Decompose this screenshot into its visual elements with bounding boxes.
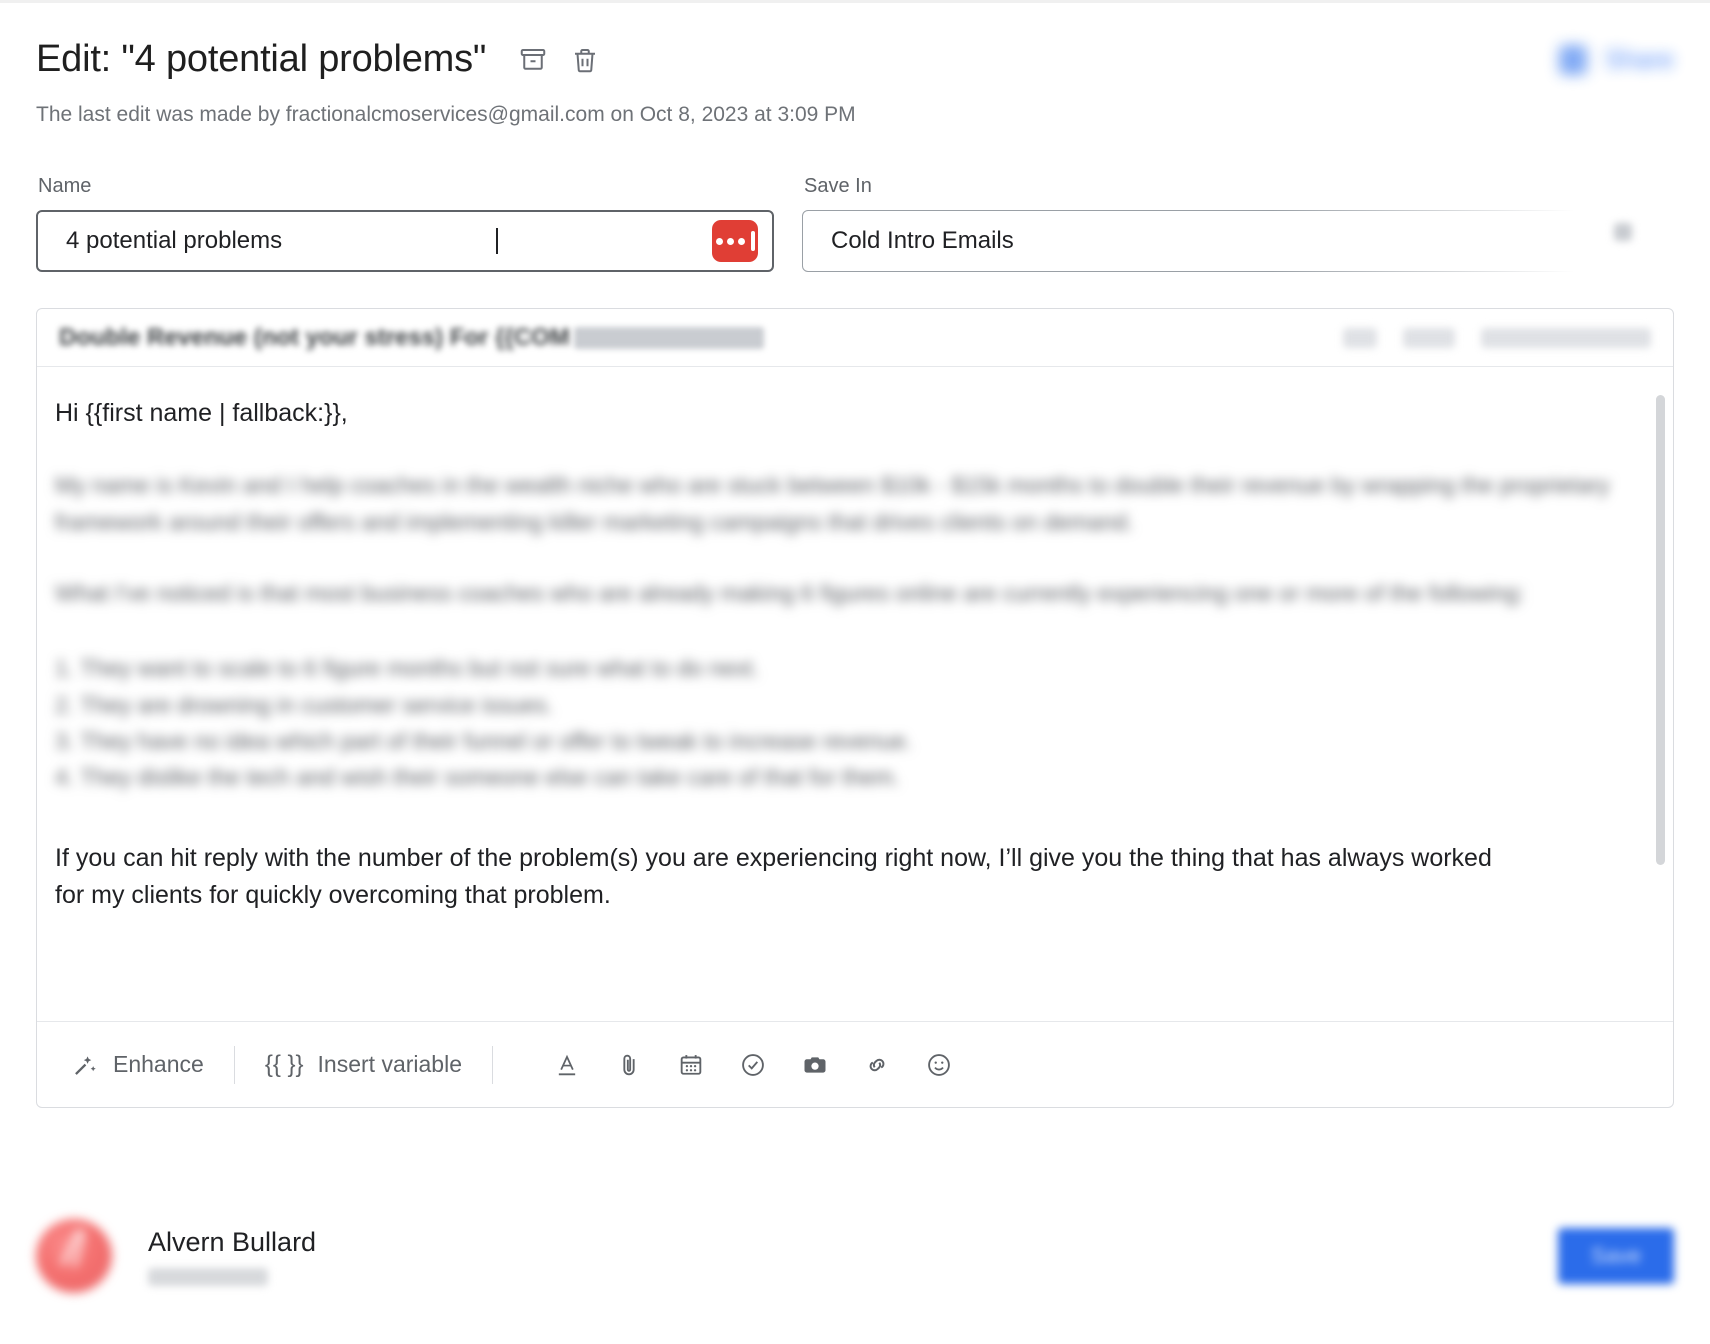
toolbar-divider — [492, 1045, 494, 1084]
composer-toolbar: Enhance {{ }} Insert variable — [37, 1021, 1673, 1107]
email-composer: Double Revenue (not your stress) For {{C… — [36, 308, 1674, 1108]
name-input-value: 4 potential problems — [66, 227, 283, 254]
trash-icon[interactable] — [570, 45, 600, 75]
calendar-icon[interactable] — [677, 1051, 705, 1079]
save-in-input-value: Cold Intro Emails — [831, 227, 1014, 254]
share-icon — [1558, 44, 1587, 75]
link-icon[interactable] — [863, 1051, 891, 1079]
subject-text: Double Revenue (not your stress) For {{C… — [59, 323, 570, 351]
last-edit-info: The last edit was made by fractionalcmos… — [36, 103, 856, 126]
text-format-icon[interactable] — [553, 1051, 581, 1079]
text-caret — [496, 228, 498, 254]
blurred-list: 1. They want to scale to 6 figure months… — [55, 650, 1647, 795]
subject-row-actions[interactable] — [1343, 327, 1651, 348]
share-label: Share — [1604, 44, 1674, 74]
subject-row[interactable]: Double Revenue (not your stress) For {{C… — [37, 309, 1673, 367]
enhance-button[interactable]: Enhance — [71, 1051, 204, 1079]
page-title: Edit: "4 potential problems" — [36, 38, 487, 80]
bcc-button[interactable] — [1403, 327, 1455, 348]
body-scrollbar-thumb[interactable] — [1656, 395, 1665, 865]
save-in-clear-icon[interactable] — [1614, 223, 1632, 241]
user-name: Alvern Bullard — [148, 1226, 317, 1257]
name-input[interactable]: 4 potential problems — [36, 210, 774, 272]
cc-button[interactable] — [1343, 327, 1377, 348]
insert-variable-button[interactable]: {{ }} Insert variable — [265, 1051, 462, 1079]
footer: Alvern Bullard Save — [36, 1196, 1674, 1316]
user-info: Alvern Bullard — [148, 1227, 316, 1286]
list-item: 2. They are drowning in customer service… — [55, 691, 554, 718]
magic-wand-icon — [71, 1051, 99, 1079]
fields-row: Name 4 potential problems Save In Cold I… — [36, 175, 1692, 285]
name-field-group: Name 4 potential problems — [36, 175, 774, 272]
share-button[interactable]: Share — [1558, 44, 1674, 75]
camera-icon[interactable] — [801, 1051, 829, 1079]
save-in-field-group: Save In Cold Intro Emails — [802, 175, 1692, 285]
top-divider — [0, 0, 1710, 3]
toolbar-icon-group — [553, 1051, 953, 1079]
title-actions — [518, 45, 600, 75]
email-body[interactable]: Hi {{first name | fallback:}}, My name i… — [37, 367, 1673, 1021]
save-in-field-label: Save In — [804, 175, 872, 197]
blurred-paragraph-1: My name is Kevin and I help coaches in t… — [55, 471, 1610, 535]
toolbar-divider — [233, 1045, 235, 1084]
closing-paragraph: If you can hit reply with the number of … — [55, 843, 1492, 909]
subject-redacted-tail — [573, 326, 764, 349]
list-item: 4. They dislike the tech and wish their … — [55, 764, 900, 791]
name-field-label: Name — [38, 175, 92, 197]
blurred-paragraph-2: What I've noticed is that most business … — [55, 580, 1525, 606]
loom-record-button[interactable] — [712, 220, 759, 262]
body-scrollbar[interactable] — [1656, 377, 1665, 1021]
enhance-label: Enhance — [113, 1051, 204, 1077]
save-in-input[interactable]: Cold Intro Emails — [802, 210, 1670, 272]
user-role-redacted — [148, 1267, 268, 1286]
edit-template-page: Edit: "4 potential problems" Share The l… — [0, 0, 1710, 1344]
braces-icon: {{ }} — [264, 1050, 304, 1078]
header: Edit: "4 potential problems" Share — [36, 0, 1674, 81]
check-circle-icon[interactable] — [739, 1051, 767, 1079]
avatar — [36, 1219, 112, 1293]
insert-variable-label: Insert variable — [317, 1051, 463, 1077]
list-item: 1. They want to scale to 6 figure months… — [55, 655, 760, 682]
save-button[interactable]: Save — [1558, 1228, 1674, 1284]
attachment-icon[interactable] — [615, 1051, 643, 1079]
emoji-icon[interactable] — [925, 1051, 953, 1079]
template-select[interactable] — [1481, 327, 1651, 348]
list-item: 3. They have no idea which part of their… — [55, 727, 913, 754]
archive-icon[interactable] — [518, 45, 548, 75]
greeting-line: Hi {{first name | fallback:}}, — [55, 399, 348, 427]
